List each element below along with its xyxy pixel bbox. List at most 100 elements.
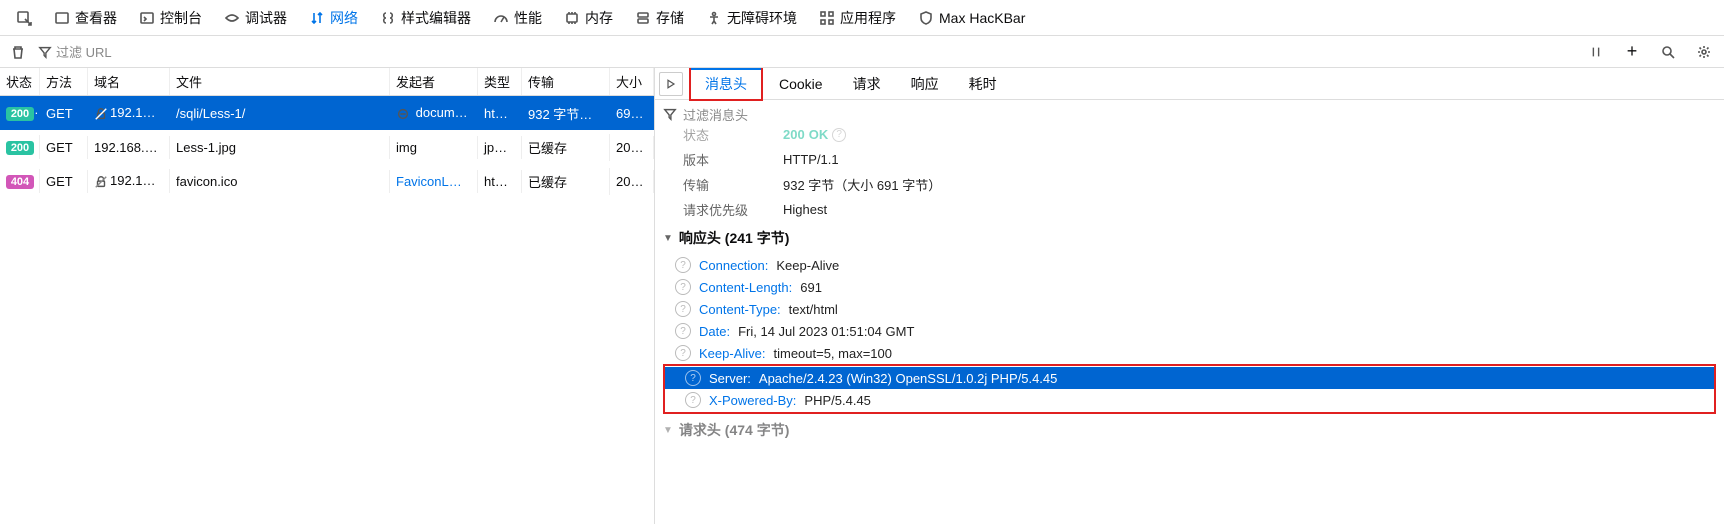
network-table-body: 200GET192.1…/sqli/Less-1/ documentht…932… — [0, 96, 654, 524]
tab-response[interactable]: 响应 — [897, 69, 953, 99]
header-name: Content-Length: — [699, 280, 792, 295]
tab-inspector-label: 查看器 — [75, 8, 117, 28]
help-icon[interactable]: ? — [685, 392, 701, 408]
request-headers-section[interactable]: ▼ 请求头 (474 字节) — [655, 414, 1724, 446]
tab-request[interactable]: 请求 — [839, 69, 895, 99]
column-status[interactable]: 状态 — [0, 68, 40, 95]
tab-timing[interactable]: 耗时 — [955, 69, 1011, 99]
response-headers-title: 响应头 (241 字节) — [679, 228, 789, 248]
header-value: Fri, 14 Jul 2023 01:51:04 GMT — [738, 324, 914, 339]
cell-size: 69… — [610, 102, 654, 125]
header-value: Apache/2.4.23 (Win32) OpenSSL/1.0.2j PHP… — [759, 371, 1057, 386]
cell-domain: 192.168.… — [88, 136, 170, 159]
help-icon[interactable]: ? — [675, 257, 691, 273]
summary-version-label: 版本 — [683, 150, 783, 169]
header-value: Keep-Alive — [776, 258, 839, 273]
table-row[interactable]: 404GET192.1…favicon.icoFaviconL…ht…已缓存20… — [0, 164, 654, 198]
pause-button[interactable] — [1582, 38, 1610, 66]
cell-size: 20… — [610, 170, 654, 193]
cell-domain: 192.1… — [88, 101, 170, 125]
tab-memory-label: 内存 — [585, 8, 613, 28]
tab-hackbar[interactable]: Max HacKBar — [908, 6, 1035, 30]
chevron-down-icon: ▼ — [663, 425, 673, 436]
tab-performance[interactable]: 性能 — [483, 4, 552, 32]
summary-transfer-value: 932 字节（大小 691 字节） — [783, 175, 941, 194]
help-icon[interactable]: ? — [675, 323, 691, 339]
summary-version-value: HTTP/1.1 — [783, 150, 839, 169]
help-icon[interactable]: ? — [675, 345, 691, 361]
help-icon[interactable]: ? — [685, 370, 701, 386]
tab-console[interactable]: 控制台 — [129, 4, 212, 32]
picker-button[interactable] — [6, 6, 42, 30]
url-filter-input[interactable]: 过滤 URL — [38, 42, 112, 61]
column-size[interactable]: 大小 — [610, 68, 654, 95]
cell-transfer: 932 字节… — [522, 100, 610, 127]
column-initiator[interactable]: 发起者 — [390, 68, 478, 95]
cell-initiator: FaviconL… — [390, 170, 478, 193]
tab-performance-label: 性能 — [514, 8, 542, 28]
settings-button[interactable] — [1690, 38, 1718, 66]
header-name: Date: — [699, 324, 730, 339]
header-value: timeout=5, max=100 — [773, 346, 892, 361]
network-table-pane: 状态 方法 域名 文件 发起者 类型 传输 大小 200GET192.1…/sq… — [0, 68, 655, 524]
tab-application[interactable]: 应用程序 — [809, 4, 906, 32]
column-file[interactable]: 文件 — [170, 68, 390, 95]
column-method[interactable]: 方法 — [40, 68, 88, 95]
tab-inspector[interactable]: 查看器 — [44, 4, 127, 32]
tab-style-editor-label: 样式编辑器 — [401, 8, 471, 28]
help-icon[interactable]: ? — [675, 301, 691, 317]
tab-memory[interactable]: 内存 — [554, 4, 623, 32]
header-row[interactable]: ?X-Powered-By:PHP/5.4.45 — [665, 389, 1714, 411]
tab-debugger[interactable]: 调试器 — [214, 4, 297, 32]
cell-domain: 192.1… — [88, 169, 170, 193]
response-headers-section[interactable]: ▼ 响应头 (241 字节) — [655, 222, 1724, 254]
table-row[interactable]: 200GET192.1…/sqli/Less-1/ documentht…932… — [0, 96, 654, 130]
header-name: Content-Type: — [699, 302, 781, 317]
column-transfer[interactable]: 传输 — [522, 68, 610, 95]
status-badge: 200 — [6, 107, 34, 121]
cell-method: GET — [40, 136, 88, 159]
cell-type: jp… — [478, 136, 522, 159]
tab-storage[interactable]: 存储 — [625, 4, 694, 32]
cell-method: GET — [40, 170, 88, 193]
toggle-raw-button[interactable] — [659, 72, 683, 96]
details-tabs: 消息头 Cookie 请求 响应 耗时 — [655, 68, 1724, 100]
insecure-icon — [94, 107, 108, 121]
add-button[interactable]: + — [1618, 38, 1646, 66]
url-filter-placeholder: 过滤 URL — [56, 42, 112, 61]
column-domain[interactable]: 域名 — [88, 68, 170, 95]
tab-style-editor[interactable]: 样式编辑器 — [370, 4, 481, 32]
request-headers-title: 请求头 (474 字节) — [679, 420, 789, 440]
help-icon[interactable]: ? — [832, 128, 846, 142]
tab-network-label: 网络 — [330, 8, 358, 28]
search-button[interactable] — [1654, 38, 1682, 66]
tab-cookie[interactable]: Cookie — [765, 71, 837, 97]
tab-network[interactable]: 网络 — [299, 4, 368, 32]
header-row[interactable]: ? Date: Fri, 14 Jul 2023 01:51:04 GMT — [655, 320, 1724, 342]
table-row[interactable]: 200GET192.168.…Less-1.jpgimgjp…已缓存20… — [0, 130, 654, 164]
cell-transfer: 已缓存 — [522, 168, 610, 195]
header-row[interactable]: ?Connection:Keep-Alive — [655, 254, 1724, 276]
headers-filter-placeholder[interactable]: 过滤消息头 — [683, 105, 748, 124]
main-split: 状态 方法 域名 文件 发起者 类型 传输 大小 200GET192.1…/sq… — [0, 68, 1724, 524]
tab-accessibility[interactable]: 无障碍环境 — [696, 4, 807, 32]
clear-button[interactable] — [6, 40, 30, 64]
headers-view: 状态 200OK? 版本 HTTP/1.1 传输 932 字节（大小 691 字… — [655, 128, 1724, 524]
cell-method: GET — [40, 102, 88, 125]
tab-headers[interactable]: 消息头 — [689, 68, 763, 101]
header-name: X-Powered-By: — [709, 393, 796, 408]
summary-status-value: 200OK? — [783, 128, 846, 144]
header-name: Keep-Alive: — [699, 346, 765, 361]
help-icon[interactable]: ? — [675, 279, 691, 295]
header-row[interactable]: ?Content-Type:text/html — [655, 298, 1724, 320]
summary-priority-label: 请求优先级 — [683, 200, 783, 219]
tab-debugger-label: 调试器 — [245, 8, 287, 28]
column-type[interactable]: 类型 — [478, 68, 522, 95]
summary-transfer-label: 传输 — [683, 175, 783, 194]
header-row[interactable]: ? Keep-Alive: timeout=5, max=100 — [655, 342, 1724, 364]
header-row[interactable]: ?Content-Length:691 — [655, 276, 1724, 298]
cell-initiator: img — [390, 136, 478, 159]
header-name: Server: — [709, 371, 751, 386]
summary-priority-value: Highest — [783, 200, 827, 219]
header-row[interactable]: ? Server: Apache/2.4.23 (Win32) OpenSSL/1.… — [665, 367, 1714, 389]
